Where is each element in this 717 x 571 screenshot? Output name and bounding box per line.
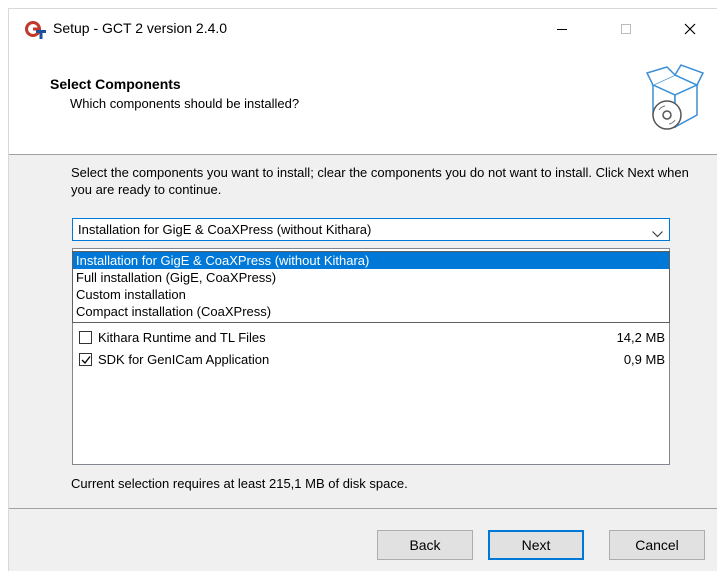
close-button[interactable] [667, 9, 713, 49]
cancel-button[interactable]: Cancel [609, 530, 705, 560]
next-button[interactable]: Next [488, 530, 584, 560]
footer-divider [9, 508, 717, 509]
component-label: SDK for GenICam Application [98, 352, 270, 367]
install-type-select[interactable]: Installation for GigE & CoaXPress (witho… [72, 218, 670, 241]
box-with-disc-icon [645, 63, 707, 136]
page-subtitle: Which components should be installed? [70, 96, 300, 111]
maximize-button [603, 9, 649, 49]
window-title: Setup - GCT 2 version 2.4.0 [53, 20, 228, 36]
dropdown-option[interactable]: Compact installation (CoaXPress) [73, 303, 669, 320]
maximize-icon [621, 24, 631, 34]
setup-window: Setup - GCT 2 version 2.4.0 Select Compo… [8, 8, 717, 571]
install-type-value: Installation for GigE & CoaXPress (witho… [78, 222, 372, 237]
close-icon [684, 23, 696, 35]
component-size: 0,9 MB [623, 352, 665, 367]
checkmark-icon [81, 356, 91, 364]
component-row-sdk[interactable]: SDK for GenICam Application 0,9 MB [79, 351, 665, 371]
back-button[interactable]: Back [377, 530, 473, 560]
gct-logo-icon [25, 21, 46, 39]
component-size: 14,2 MB [616, 330, 665, 345]
page-title: Select Components [50, 76, 181, 92]
dropdown-option[interactable]: Full installation (GigE, CoaXPress) [73, 269, 669, 286]
component-row-kithara[interactable]: Kithara Runtime and TL Files 14,2 MB [79, 329, 665, 349]
install-type-dropdown[interactable]: Installation for GigE & CoaXPress (witho… [72, 251, 670, 323]
disk-space-requirement: Current selection requires at least 215,… [71, 476, 408, 491]
minimize-icon [557, 29, 567, 30]
sdk-checkbox[interactable] [79, 353, 92, 366]
instructions-text: Select the components you want to instal… [71, 165, 689, 197]
kithara-checkbox[interactable] [79, 331, 92, 344]
title-bar[interactable]: Setup - GCT 2 version 2.4.0 [9, 9, 717, 49]
dropdown-option[interactable]: Installation for GigE & CoaXPress (witho… [73, 252, 669, 269]
minimize-button[interactable] [539, 9, 585, 49]
dropdown-option[interactable]: Custom installation [73, 286, 669, 303]
component-label: Kithara Runtime and TL Files [98, 330, 266, 345]
chevron-down-icon[interactable] [652, 226, 663, 241]
page-header: Select Components Which components shoul… [9, 49, 717, 155]
